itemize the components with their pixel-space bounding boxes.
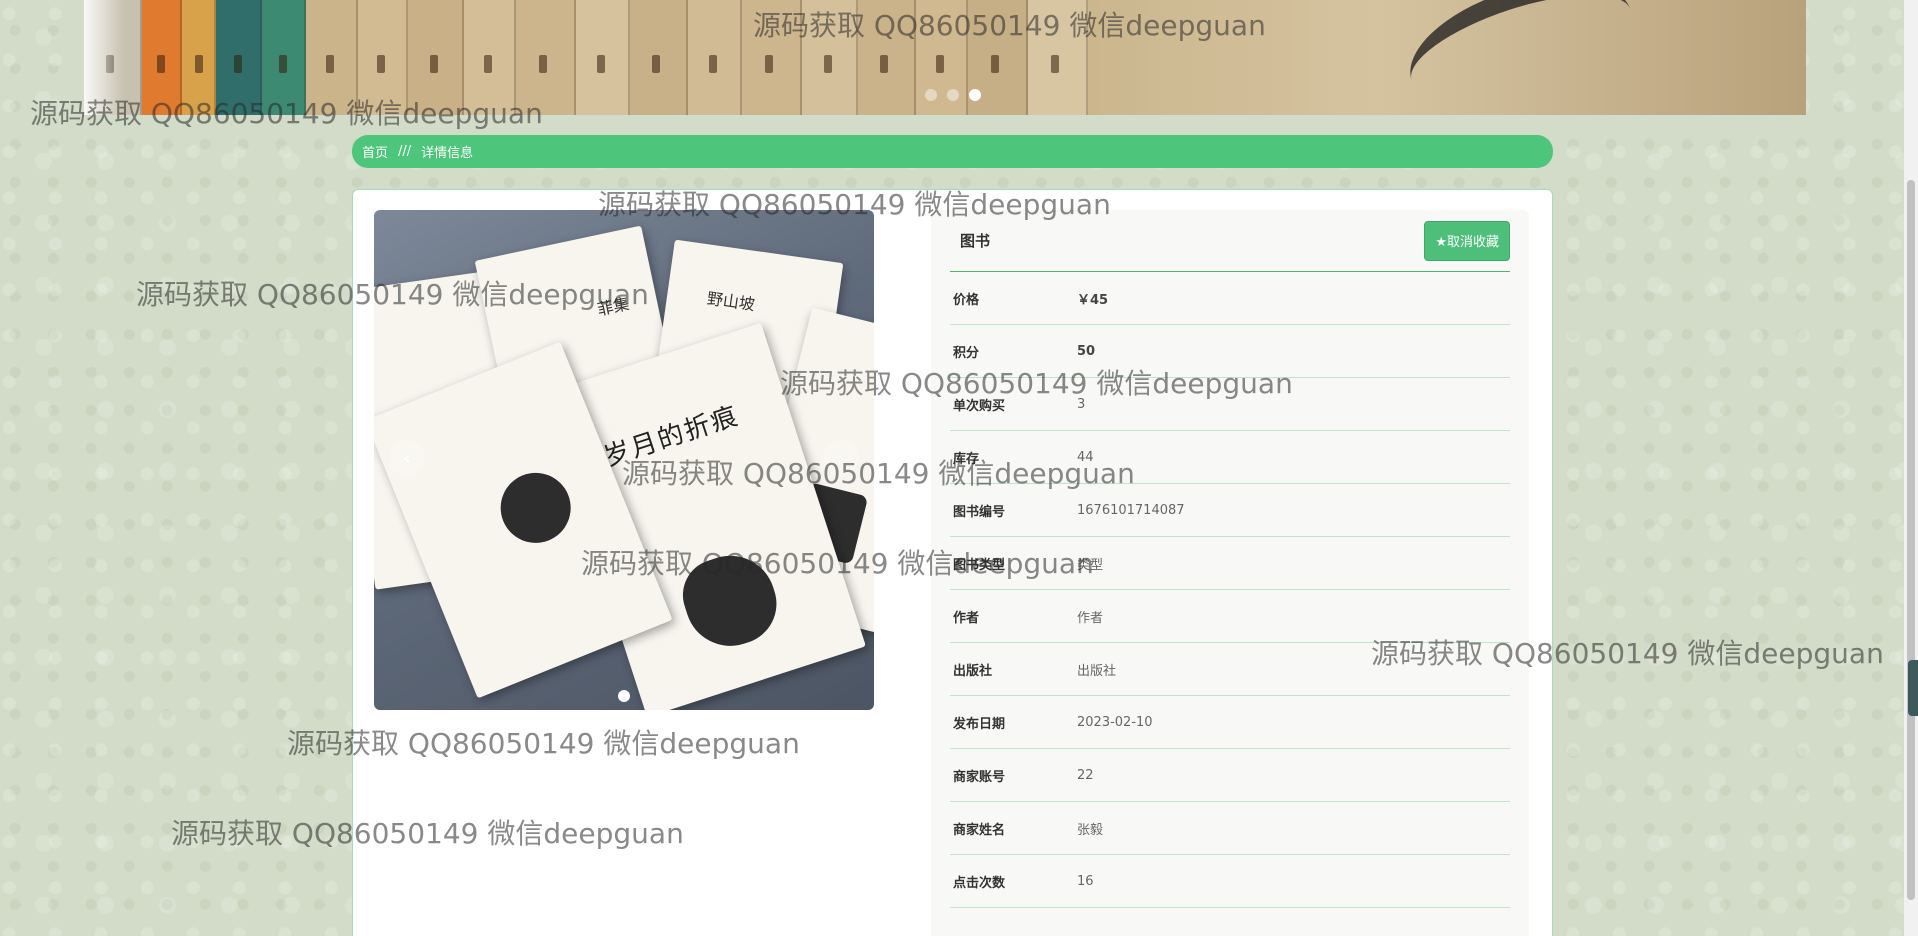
chevron-left-icon: ‹	[403, 446, 411, 470]
info-row-value: 出版社	[1077, 663, 1117, 679]
info-row: 作者 作者	[950, 590, 1510, 643]
info-row-label: 图书类型	[953, 557, 1006, 573]
info-row-label: 商家姓名	[953, 822, 1006, 838]
info-row-value: 22	[1077, 767, 1094, 783]
detail-card: 菲集 野山坡 岁月的折痕 ‹ › 图书 ★取消收藏 价格 ￥45 积分 50 单次购买 3…	[352, 189, 1553, 936]
info-row-label: 价格	[953, 292, 980, 308]
breadcrumb-separator: ///	[398, 144, 412, 159]
info-row-label: 出版社	[953, 663, 993, 679]
breadcrumb: 首页 /// 详情信息	[352, 135, 1553, 168]
info-row: 积分 50	[950, 325, 1510, 378]
breadcrumb-current: 详情信息	[421, 146, 474, 161]
info-row-label: 积分	[953, 345, 980, 361]
info-row-value: ￥45	[1077, 292, 1109, 308]
banner-pagination	[925, 89, 981, 101]
info-row-value: 类型	[1077, 557, 1104, 573]
banner-dot-2[interactable]	[947, 89, 959, 101]
breadcrumb-home-link[interactable]: 首页	[362, 142, 388, 161]
info-row-value: 1676101714087	[1077, 502, 1185, 518]
info-header: 图书 ★取消收藏	[950, 210, 1510, 272]
info-row-value: 44	[1077, 449, 1094, 465]
info-row-label: 单次购买	[953, 398, 1006, 414]
info-row: 图书编号 1676101714087	[950, 484, 1510, 537]
scrollbar-thumb[interactable]	[1907, 180, 1915, 900]
chevron-right-icon: ›	[837, 446, 845, 470]
banner-dot-1[interactable]	[925, 89, 937, 101]
info-row-label: 作者	[953, 610, 980, 626]
info-row: 库存 44	[950, 431, 1510, 484]
info-row-label: 点击次数	[953, 875, 1006, 891]
info-row: 价格 ￥45	[950, 272, 1510, 325]
book-title-second: 野山坡	[705, 288, 757, 315]
side-float-widget[interactable]	[1908, 660, 1918, 716]
cancel-favorite-button[interactable]: ★取消收藏	[1424, 220, 1510, 261]
gallery-dot-1[interactable]	[618, 690, 630, 702]
info-row: 单次购买 3	[950, 378, 1510, 431]
info-row-label: 发布日期	[953, 716, 1006, 732]
info-row: 点击次数 16	[950, 855, 1510, 908]
info-row: 商家账号 22	[950, 749, 1510, 802]
page-scrollbar[interactable]	[1904, 0, 1918, 936]
info-row-label: 商家账号	[953, 769, 1006, 785]
info-row: 商家姓名 张毅	[950, 802, 1510, 855]
info-row-value: 16	[1077, 873, 1094, 889]
info-table: 价格 ￥45 积分 50 单次购买 3 库存 44 图书编号 1676101714087 图书类型 类…	[950, 272, 1510, 908]
info-row-label: 库存	[953, 451, 980, 467]
info-row-value: 2023-02-10	[1077, 714, 1153, 730]
info-row-label: 图书编号	[953, 504, 1006, 520]
info-row: 发布日期 2023-02-10	[950, 696, 1510, 749]
info-row-value: 3	[1077, 396, 1086, 412]
info-row-value: 张毅	[1077, 822, 1104, 838]
banner-dot-3[interactable]	[969, 89, 981, 101]
info-row: 出版社 出版社	[950, 643, 1510, 696]
gallery-prev-button[interactable]: ‹	[389, 440, 425, 476]
product-title: 图书	[960, 232, 991, 250]
gallery-next-button[interactable]: ›	[823, 440, 859, 476]
product-info-panel: 图书 ★取消收藏 价格 ￥45 积分 50 单次购买 3 库存 44 图书编号 167610171…	[931, 210, 1529, 936]
book-title-main: 岁月的折痕	[600, 400, 743, 473]
info-row-value: 作者	[1077, 610, 1104, 626]
product-image-carousel[interactable]: 菲集 野山坡 岁月的折痕 ‹ ›	[374, 210, 874, 710]
book-title-third: 菲集	[595, 294, 631, 320]
info-row: 图书类型 类型	[950, 537, 1510, 590]
info-row-value: 50	[1077, 343, 1096, 359]
